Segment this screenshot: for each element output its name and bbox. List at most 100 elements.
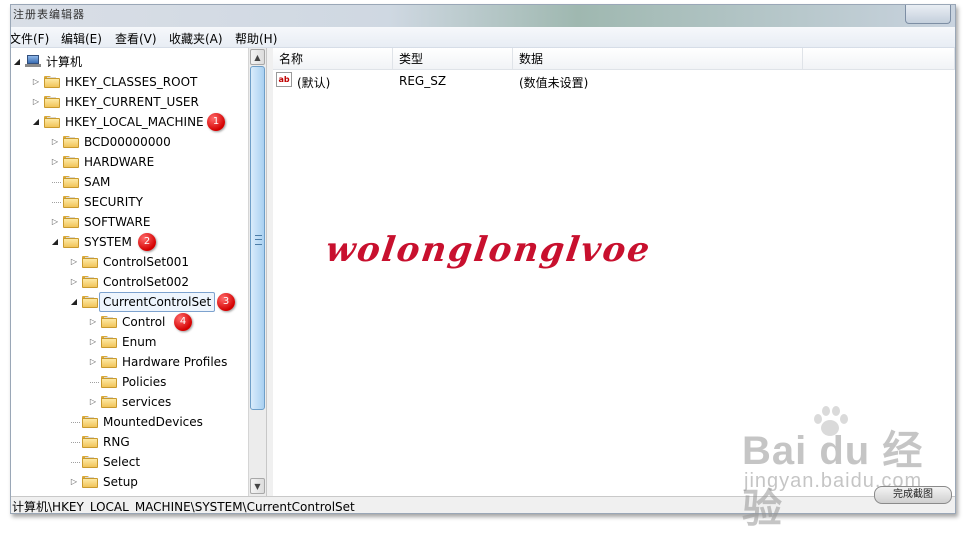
tree-node-label: CurrentControlSet	[99, 292, 216, 312]
folder-icon	[101, 376, 117, 388]
expand-arrow-icon[interactable]: ▷	[69, 472, 79, 492]
folder-icon	[63, 136, 79, 148]
expand-arrow-icon[interactable]: ▷	[50, 132, 60, 152]
tree-node[interactable]: ◢ SYSTEM 2	[11, 232, 247, 252]
computer-icon	[25, 55, 41, 68]
step-marker-badge: 1	[207, 113, 225, 131]
tree-node-label: SAM	[84, 175, 111, 189]
tree-node-label: SYSTEM	[84, 235, 132, 249]
tree-node[interactable]: ▷ ControlSet002	[11, 272, 247, 292]
tree-node[interactable]: ▷ Hardware Profiles	[11, 352, 247, 372]
tree-node[interactable]: RNG	[11, 432, 247, 452]
tree-node-label: services	[122, 395, 172, 409]
menu-favorites[interactable]: 收藏夹(A)	[169, 30, 223, 47]
folder-icon	[82, 456, 98, 468]
expand-arrow-icon[interactable]: ▷	[31, 92, 41, 112]
folder-icon	[82, 416, 98, 428]
tree-node-label: Hardware Profiles	[122, 355, 228, 369]
value-name[interactable]: (默认)	[297, 74, 330, 91]
tree-node-label: Policies	[122, 375, 167, 389]
expand-arrow-icon[interactable]: ▷	[88, 392, 98, 412]
tree-node[interactable]: ▷ HKEY_CURRENT_USER	[11, 92, 247, 112]
folder-icon	[63, 176, 79, 188]
expand-arrow-icon[interactable]: ▷	[69, 272, 79, 292]
folder-icon	[101, 336, 117, 348]
tree-node[interactable]: MountedDevices	[11, 412, 247, 432]
tree-node[interactable]: SECURITY	[11, 192, 247, 212]
collapse-arrow-icon[interactable]: ◢	[12, 52, 22, 72]
tree-node[interactable]: ▷ ControlSet001	[11, 252, 247, 272]
capture-done-button[interactable]: 完成截图	[874, 486, 952, 504]
window-title: 注册表编辑器	[13, 8, 85, 21]
expand-arrow-icon[interactable]: ▷	[50, 152, 60, 172]
scroll-down-arrow-icon[interactable]: ▼	[250, 478, 265, 494]
column-header-type[interactable]: 类型	[393, 48, 513, 70]
tree-node[interactable]: ◢ HKEY_LOCAL_MACHINE 1	[11, 112, 247, 132]
tree-node[interactable]: ▷ BCD00000000	[11, 132, 247, 152]
collapse-arrow-icon[interactable]: ◢	[69, 292, 79, 312]
tree-node-label: 计算机	[46, 55, 83, 69]
tree-node[interactable]: ▷ SOFTWARE	[11, 212, 247, 232]
menu-file[interactable]: 文件(F)	[11, 30, 49, 47]
folder-icon	[101, 356, 117, 368]
folder-icon	[82, 256, 98, 268]
key-tree[interactable]: ◢ 计算机 ▷ HKEY_CLASSES_ROOT ▷ HKEY_CURRENT_US…	[11, 48, 266, 496]
scroll-up-arrow-icon[interactable]: ▲	[250, 49, 265, 65]
expand-arrow-icon[interactable]: ▷	[31, 72, 41, 92]
folder-icon	[44, 96, 60, 108]
folder-icon	[44, 116, 60, 128]
watermark-text: wolonglonglvoe	[323, 230, 654, 270]
collapse-arrow-icon[interactable]: ◢	[50, 232, 60, 252]
folder-icon	[82, 276, 98, 288]
expand-arrow-icon[interactable]: ▷	[69, 252, 79, 272]
tree-node[interactable]: Select	[11, 452, 247, 472]
tree-node-label: HKEY_CLASSES_ROOT	[65, 75, 198, 89]
string-value-icon: ab	[276, 72, 292, 87]
tree-node-label: ControlSet001	[103, 255, 189, 269]
tree-node[interactable]: ▷ HKEY_CLASSES_ROOT	[11, 72, 247, 92]
folder-icon	[82, 476, 98, 488]
tree-guide-line	[71, 442, 80, 443]
status-path: 计算机\HKEY_LOCAL_MACHINE\SYSTEM\CurrentCon…	[12, 500, 355, 514]
tree-node-label: BCD00000000	[84, 135, 171, 149]
title-bar: 注册表编辑器	[11, 5, 955, 27]
tree-guide-line	[71, 422, 80, 423]
tree-node[interactable]: ◢ CurrentControlSet 3	[11, 292, 247, 312]
scrollbar-thumb[interactable]	[250, 66, 265, 410]
tree-node-label: Control	[122, 315, 166, 329]
tree-node[interactable]: SAM	[11, 172, 247, 192]
tree-node[interactable]: ▷ Setup	[11, 472, 247, 492]
tree-guide-line	[71, 462, 80, 463]
folder-icon	[82, 436, 98, 448]
tree-node[interactable]: ▷ HARDWARE	[11, 152, 247, 172]
tree-node-label: Setup	[103, 475, 138, 489]
column-header-name[interactable]: 名称	[273, 48, 393, 70]
tree-node-label: ControlSet002	[103, 275, 189, 289]
step-marker-badge: 4	[174, 313, 192, 331]
value-type: REG_SZ	[399, 74, 447, 88]
expand-arrow-icon[interactable]: ▷	[88, 352, 98, 372]
tree-node-label: SECURITY	[84, 195, 143, 209]
expand-arrow-icon[interactable]: ▷	[88, 312, 98, 332]
folder-icon	[63, 196, 79, 208]
menu-bar: 文件(F) 编辑(E) 查看(V) 收藏夹(A) 帮助(H)	[11, 27, 955, 48]
tree-guide-line	[52, 182, 61, 183]
expand-arrow-icon[interactable]: ▷	[88, 332, 98, 352]
tree-scrollbar[interactable]: ▲ ▼	[248, 48, 266, 496]
column-header-data[interactable]: 数据	[513, 48, 803, 70]
tree-node-label: RNG	[103, 435, 130, 449]
menu-view[interactable]: 查看(V)	[115, 30, 157, 47]
tree-node[interactable]: ▷ services	[11, 392, 247, 412]
menu-edit[interactable]: 编辑(E)	[61, 30, 102, 47]
tree-node[interactable]: Policies	[11, 372, 247, 392]
tree-node-label: SOFTWARE	[84, 215, 151, 229]
folder-icon	[63, 236, 79, 248]
tree-node[interactable]: ▷ Control 4	[11, 312, 247, 332]
collapse-arrow-icon[interactable]: ◢	[31, 112, 41, 132]
tree-node-label: MountedDevices	[103, 415, 203, 429]
tree-node-label: HKEY_LOCAL_MACHINE	[65, 115, 204, 129]
expand-arrow-icon[interactable]: ▷	[50, 212, 60, 232]
close-button[interactable]	[905, 5, 951, 24]
tree-node[interactable]: ▷ Enum	[11, 332, 247, 352]
menu-help[interactable]: 帮助(H)	[235, 30, 277, 47]
